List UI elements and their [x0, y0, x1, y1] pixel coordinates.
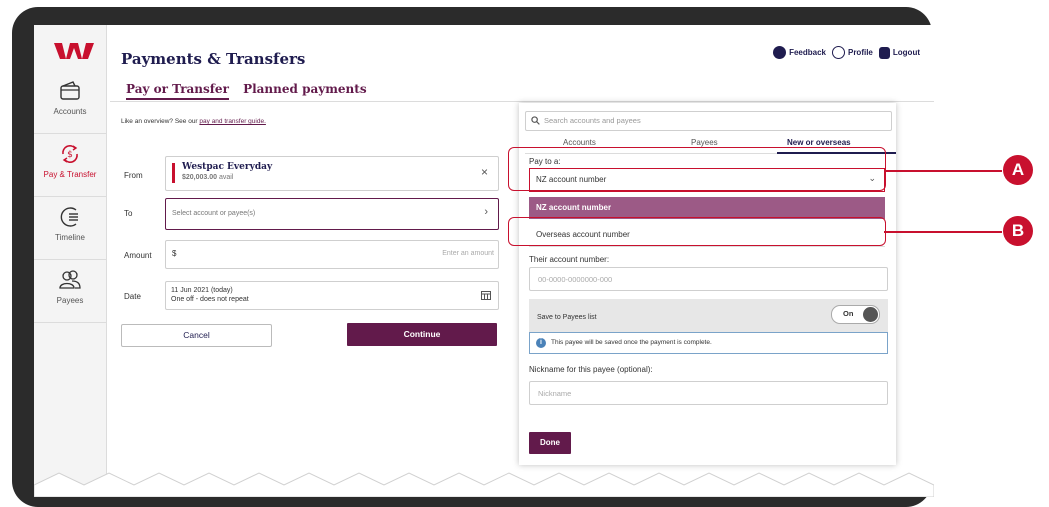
tab-divider [110, 101, 934, 102]
page-tabs: Pay or Transfer Planned payments [126, 82, 377, 100]
sidebar-item-label: Payees [56, 296, 84, 305]
cancel-button[interactable]: Cancel [121, 324, 272, 347]
account-color-bar [172, 163, 175, 183]
payees-icon [59, 270, 81, 289]
timeline-icon [60, 207, 78, 227]
search-icon [531, 116, 540, 125]
nickname-placeholder: Nickname [538, 389, 572, 398]
info-message: i This payee will be saved once the paym… [529, 332, 888, 354]
toggle-label: On [843, 309, 854, 318]
pay-transfer-icon: $ [62, 144, 78, 164]
tab-pay-or-transfer[interactable]: Pay or Transfer [126, 82, 229, 100]
date-value: 11 Jun 2021 (today) [171, 287, 233, 294]
app-screen: Accounts $ Pay & Transfer Timeline Payee… [34, 25, 934, 497]
tab-accounts[interactable]: Accounts [563, 138, 596, 147]
continue-button[interactable]: Continue [347, 323, 497, 346]
nickname-input[interactable]: Nickname [529, 381, 888, 405]
date-field[interactable]: 11 Jun 2021 (today) One off - does not r… [165, 281, 499, 310]
callout-b-line [884, 231, 1002, 233]
toggle-knob [863, 307, 878, 322]
search-placeholder: Search accounts and payees [544, 116, 641, 125]
done-button[interactable]: Done [529, 432, 571, 454]
amount-label: Amount [124, 251, 152, 260]
laptop-frame: Accounts $ Pay & Transfer Timeline Payee… [12, 7, 934, 507]
page-title: Payments & Transfers [121, 50, 306, 68]
search-input[interactable]: Search accounts and payees [525, 111, 892, 131]
profile-icon [831, 46, 845, 59]
amount-input[interactable]: $ Enter an amount [165, 240, 499, 269]
account-number-input[interactable]: 00-0000-0000000-000 [529, 267, 888, 291]
date-label: Date [124, 292, 141, 301]
torn-edge [34, 472, 934, 497]
westpac-logo [54, 43, 94, 59]
callout-a-ring [508, 147, 886, 191]
from-field[interactable]: Westpac Everyday $20,003.00 avail × [165, 156, 499, 191]
callout-a-line [884, 170, 1002, 172]
save-label: Save to Payees list [537, 314, 597, 321]
logout-link[interactable]: Logout [878, 46, 920, 59]
sidebar-item-timeline[interactable]: Timeline [34, 197, 106, 260]
info-icon: i [536, 338, 546, 348]
currency-symbol: $ [172, 249, 177, 258]
sidebar-item-label: Timeline [55, 233, 85, 242]
from-account-name: Westpac Everyday [182, 162, 273, 172]
accounts-icon [60, 81, 80, 100]
tab-payees[interactable]: Payees [691, 138, 718, 147]
balance-avail: avail [219, 174, 234, 181]
feedback-link[interactable]: Feedback [773, 46, 826, 59]
to-label: To [124, 209, 133, 218]
to-field[interactable]: Select account or payee(s) › [165, 198, 499, 230]
sidebar: Accounts $ Pay & Transfer Timeline Payee… [34, 25, 107, 497]
from-balance: $20,003.00 avail [182, 174, 233, 181]
clear-icon[interactable]: × [481, 165, 488, 179]
account-number-placeholder: 00-0000-0000000-000 [538, 275, 613, 284]
their-account-label: Their account number: [529, 255, 610, 264]
amount-placeholder: Enter an amount [442, 250, 494, 257]
feedback-icon [773, 46, 787, 59]
overview-text: Like an overview? See our pay and transf… [121, 118, 266, 125]
lock-icon [878, 46, 890, 59]
info-text: This payee will be saved once the paymen… [551, 339, 712, 346]
date-repeat: One off - does not repeat [171, 296, 249, 303]
feedback-label: Feedback [789, 48, 826, 57]
save-to-payees: Save to Payees list On [529, 299, 888, 332]
sidebar-item-label: Pay & Transfer [43, 170, 97, 179]
top-links: Feedback Profile Logout [773, 46, 920, 59]
callout-b-ring [508, 217, 886, 246]
nickname-label: Nickname for this payee (optional): [529, 365, 653, 374]
overview-prefix: Like an overview? See our [121, 118, 200, 125]
tab-new-or-overseas[interactable]: New or overseas [787, 138, 851, 147]
callout-b-badge: B [1003, 216, 1033, 246]
callout-a-badge: A [1003, 155, 1033, 185]
logout-label: Logout [892, 48, 920, 57]
sidebar-item-accounts[interactable]: Accounts [34, 71, 106, 134]
calendar-icon[interactable] [481, 290, 491, 300]
svg-text:$: $ [67, 150, 73, 160]
from-label: From [124, 171, 143, 180]
chevron-right-icon: › [484, 206, 488, 218]
tab-planned-payments[interactable]: Planned payments [243, 82, 367, 96]
sidebar-item-pay-transfer[interactable]: $ Pay & Transfer [34, 134, 106, 197]
option-nz-account[interactable]: NZ account number [529, 197, 885, 219]
sidebar-item-label: Accounts [53, 107, 87, 116]
save-toggle[interactable]: On [831, 305, 880, 324]
profile-label: Profile [847, 48, 873, 57]
to-placeholder: Select account or payee(s) [172, 210, 256, 217]
sidebar-item-payees[interactable]: Payees [34, 260, 106, 323]
profile-link[interactable]: Profile [831, 46, 873, 59]
guide-link[interactable]: pay and transfer guide. [199, 118, 266, 125]
balance-value: $20,003.00 [182, 174, 218, 181]
